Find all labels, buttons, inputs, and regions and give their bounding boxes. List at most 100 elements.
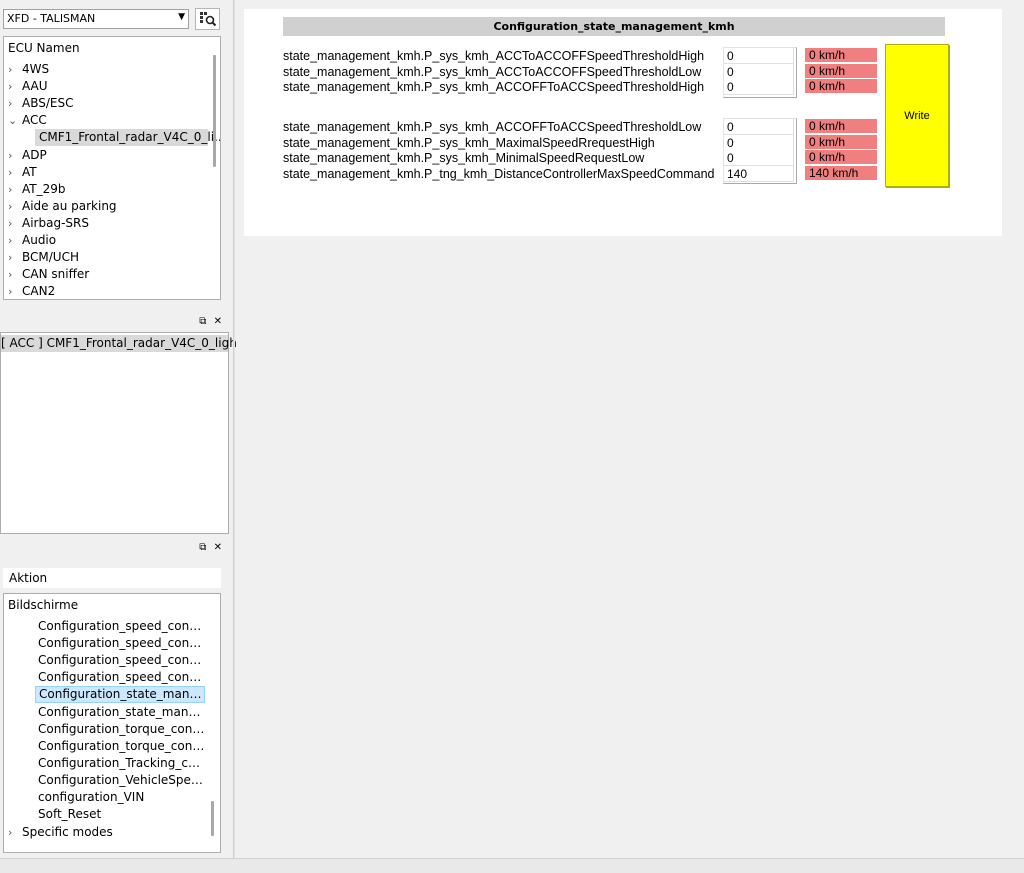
param-input[interactable]: 0	[724, 134, 794, 151]
vehicle-select[interactable]: XFD - TALISMAN ▼	[3, 9, 189, 29]
chevron-right-icon[interactable]: ›	[8, 249, 18, 266]
screen-list-item[interactable]: Configuration_VehicleSpeed...	[35, 772, 205, 789]
write-button[interactable]: Write	[885, 44, 949, 187]
search-icon	[200, 12, 217, 27]
param-current-value: 140 km/h	[805, 165, 877, 181]
tree-group-specific-modes[interactable]: › Specific modes	[4, 824, 204, 841]
screen-list-item[interactable]: Configuration_speed_controll...	[35, 635, 205, 652]
ecu-scrollbar[interactable]	[213, 55, 216, 167]
chevron-right-icon[interactable]: ›	[8, 95, 18, 112]
param-input[interactable]: 0	[724, 79, 794, 96]
param-input[interactable]: 0	[724, 63, 794, 80]
ecu-tree-item[interactable]: › Airbag-SRS	[4, 215, 204, 232]
param-label: state_management_kmh.P_sys_kmh_ACCOFFToA…	[283, 120, 702, 134]
close-icon[interactable]: ✕	[214, 542, 224, 553]
ecu-tree-item-label: 4WS	[22, 62, 50, 76]
screens-scrollbar[interactable]	[211, 801, 214, 836]
chevron-right-icon[interactable]: ›	[8, 181, 18, 198]
ecu-tree-item-label: ABS/ESC	[22, 96, 74, 111]
ecu-tree-panel: ECU Namen › 4WS › AAU › ABS/ESC ⌄ ACC CMF1_Front…	[3, 36, 221, 300]
selection-panel-titlebar: ⧉ ✕	[0, 316, 228, 331]
chevron-down-icon[interactable]: ▼	[178, 12, 185, 22]
param-label: state_management_kmh.P_sys_kmh_ACCToACCO…	[283, 64, 702, 79]
ecu-tree-item[interactable]: › AT	[4, 164, 204, 181]
chevron-right-icon[interactable]: ›	[8, 232, 18, 249]
ecu-tree-item-label: CAN2	[22, 284, 56, 299]
restore-icon[interactable]: ⧉	[199, 316, 208, 327]
chevron-right-icon[interactable]: ›	[8, 78, 18, 95]
screen-list-item[interactable]: Configuration_state_manage...	[35, 704, 205, 721]
param-input[interactable]: 0	[724, 48, 794, 64]
param-input[interactable]: 140	[724, 165, 794, 182]
vehicle-select-value: XFD - TALISMAN	[7, 12, 96, 25]
ecu-tree-item[interactable]: › ADP	[4, 147, 204, 164]
screen-list-item[interactable]: Configuration_torque_control...	[35, 721, 205, 738]
ecu-tree-item[interactable]: › Aide au parking	[4, 198, 204, 215]
param-current-value: 0 km/h	[805, 63, 877, 79]
param-label: state_management_kmh.P_sys_kmh_ACCToACCO…	[283, 49, 705, 63]
ecu-tree-header: ECU Namen	[8, 41, 80, 55]
chevron-right-icon[interactable]: ›	[8, 198, 18, 215]
param-current-value: 0 km/h	[805, 79, 877, 95]
screens-group-label[interactable]: Bildschirme	[8, 598, 78, 612]
screen-list-item[interactable]: configuration_VIN	[35, 789, 205, 806]
scroll-up-icon[interactable]: ^	[99, 594, 107, 601]
screen-list-item[interactable]: Configuration_state_manage...	[35, 686, 205, 704]
chevron-right-icon[interactable]: ›	[8, 266, 18, 283]
ecu-tree-item-label: Airbag-SRS	[22, 215, 89, 230]
form-title: Configuration_state_management_kmh	[283, 17, 945, 36]
screens-tree-panel: ^ Bildschirme Configuration_speed_contro…	[3, 593, 221, 853]
status-bar	[0, 858, 1024, 873]
ecu-tree-item-label: ADP	[22, 147, 47, 162]
screen-list-item[interactable]: Configuration_torque_control...	[35, 738, 205, 755]
aktion-header: Aktion	[3, 568, 221, 588]
param-current-value: 0 km/h	[805, 134, 877, 150]
ecu-tree-item-label: CAN sniffer	[22, 267, 90, 282]
screen-list-item[interactable]: Soft_Reset	[35, 806, 205, 823]
param-label: state_management_kmh.P_sys_kmh_ACCOFFToA…	[283, 80, 705, 95]
selected-ecu-row[interactable]: [ ACC ] CMF1_Frontal_radar_V4C_0_light	[1, 335, 242, 352]
ecu-tree-item-label: AAU	[22, 79, 48, 94]
ecu-tree-item[interactable]: › CAN sniffer	[4, 266, 204, 283]
screen-list-item[interactable]: Configuration_speed_controll...	[35, 618, 205, 635]
aktion-panel-titlebar: ⧉ ✕	[0, 542, 228, 557]
ecu-tree-item[interactable]: › BCM/UCH	[4, 249, 204, 266]
chevron-right-icon: ›	[8, 826, 13, 839]
ecu-tree-item-label: AT	[22, 164, 37, 179]
param-input[interactable]: 0	[724, 119, 794, 135]
param-input[interactable]: 0	[724, 150, 794, 167]
close-icon[interactable]: ✕	[214, 316, 224, 327]
ecu-tree-item-label: Aide au parking	[22, 198, 117, 213]
ecu-tree-item[interactable]: › CAN2	[4, 283, 204, 299]
param-current-value: 0 km/h	[805, 48, 877, 63]
ecu-tree-item[interactable]: › Audio	[4, 232, 204, 249]
ecu-tree-item[interactable]: › AT_29b	[4, 181, 204, 198]
ecu-tree-item-label: ACC	[22, 113, 47, 128]
ecu-tree-item[interactable]: › ABS/ESC	[4, 95, 204, 112]
param-label: state_management_kmh.P_sys_kmh_MaximalSp…	[283, 135, 655, 150]
ecu-tree-item[interactable]: ⌄ ACC	[4, 112, 204, 129]
screen-list-item[interactable]: Configuration_speed_controll...	[35, 652, 205, 669]
chevron-right-icon[interactable]: ›	[8, 283, 18, 299]
panel-splitter[interactable]	[233, 0, 235, 858]
ecu-tree-item[interactable]: › AAU	[4, 78, 204, 95]
search-button[interactable]	[195, 8, 220, 30]
selected-ecu-panel: [ ACC ] CMF1_Frontal_radar_V4C_0_light	[0, 332, 242, 534]
param-label: state_management_kmh.P_tng_kmh_DistanceC…	[283, 166, 715, 181]
ecu-tree-item-label: CMF1_Frontal_radar_V4C_0_li...	[39, 130, 221, 145]
ecu-tree-item-label: BCM/UCH	[22, 250, 79, 265]
config-form: Configuration_state_management_kmh state…	[244, 9, 1002, 236]
chevron-right-icon[interactable]: ›	[8, 164, 18, 181]
param-current-value: 0 km/h	[805, 119, 877, 134]
screen-list-item[interactable]: Configuration_speed_controll...	[35, 669, 205, 686]
ecu-tree-item-label: Audio	[22, 233, 57, 247]
chevron-right-icon[interactable]: ›	[8, 147, 18, 164]
screen-list-item[interactable]: Configuration_Tracking_confi...	[35, 755, 205, 772]
chevron-down-icon[interactable]: ⌄	[8, 112, 18, 129]
restore-icon[interactable]: ⧉	[199, 542, 208, 553]
ecu-tree-item-label: AT_29b	[22, 181, 66, 196]
ecu-tree-item[interactable]: › 4WS	[4, 61, 204, 78]
chevron-right-icon[interactable]: ›	[8, 61, 18, 78]
ecu-tree-item[interactable]: CMF1_Frontal_radar_V4C_0_li...	[35, 129, 220, 147]
chevron-right-icon[interactable]: ›	[8, 215, 18, 232]
